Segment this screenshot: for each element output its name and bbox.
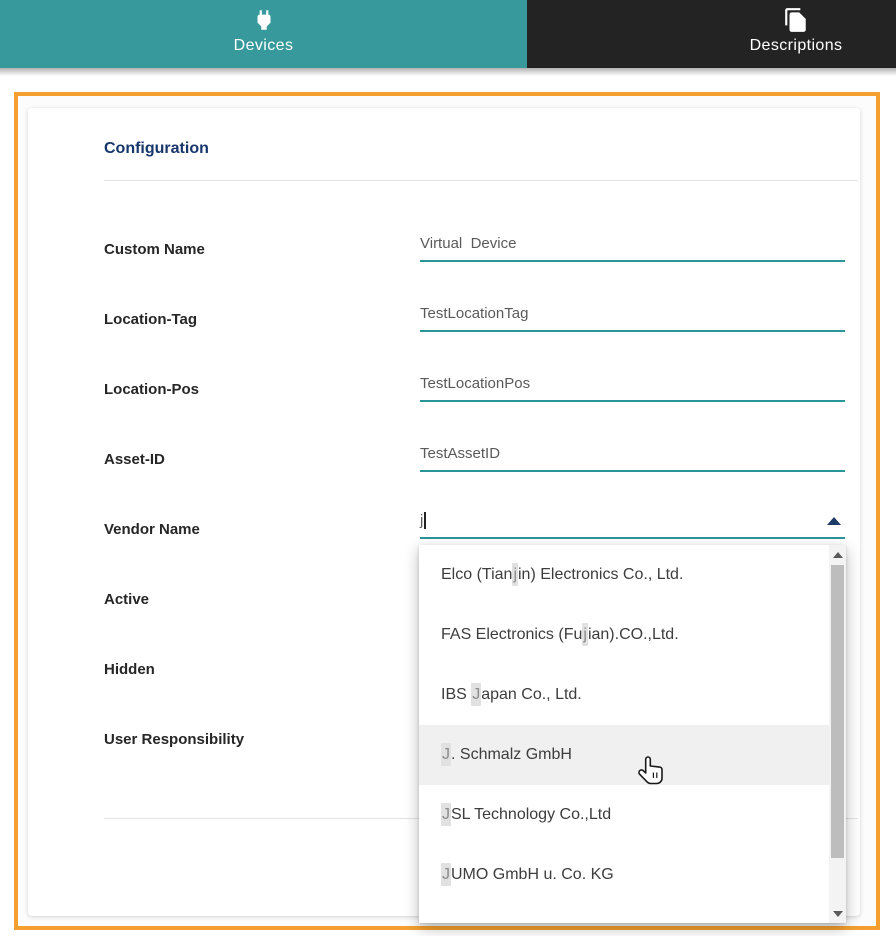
vendor-option[interactable]: Elco (Tianjin) Electronics Co., Ltd. — [419, 545, 846, 605]
vendor-option-hovered[interactable]: J. Schmalz GmbH — [419, 725, 846, 785]
location-tag-label: Location-Tag — [104, 311, 198, 328]
active-label: Active — [104, 591, 150, 608]
location-pos-value: TestLocationPos — [420, 375, 531, 392]
divider-top — [104, 180, 858, 181]
vendor-name-input[interactable]: j — [420, 499, 845, 539]
location-pos-label: Location-Pos — [104, 381, 200, 398]
dropdown-scrollbar[interactable] — [829, 545, 846, 923]
scrollbar-thumb[interactable] — [831, 565, 844, 858]
asset-id-input[interactable]: TestAssetID — [420, 432, 845, 472]
tabbar-shadow — [0, 68, 896, 76]
tab-devices[interactable]: Devices — [0, 0, 527, 68]
location-tag-input[interactable]: TestLocationTag — [420, 292, 845, 332]
match-highlight: J — [441, 803, 451, 826]
vendor-name-value: j — [420, 512, 427, 529]
location-pos-input[interactable]: TestLocationPos — [420, 362, 845, 402]
documents-icon — [783, 7, 809, 33]
scroll-up-icon[interactable] — [829, 546, 846, 563]
scroll-down-icon[interactable] — [829, 905, 846, 922]
page-title: Configuration — [104, 140, 209, 157]
custom-name-label: Custom Name — [104, 241, 205, 258]
hidden-label: Hidden — [104, 661, 155, 678]
tab-descriptions[interactable]: Descriptions — [527, 0, 896, 68]
vendor-option[interactable]: JSL Technology Co.,Ltd — [419, 785, 846, 845]
match-highlight: J — [441, 743, 451, 766]
tab-devices-label: Devices — [233, 37, 294, 54]
power-plug-icon — [251, 7, 277, 33]
custom-name-input[interactable]: Virtual Device — [420, 222, 845, 262]
tab-bar: Devices Descriptions — [0, 0, 896, 68]
dropdown-caret-icon[interactable] — [827, 517, 841, 525]
vendor-option[interactable]: JUMO GmbH u. Co. KG — [419, 845, 846, 905]
user-responsibility-label: User Responsibility — [104, 731, 245, 748]
location-tag-value: TestLocationTag — [420, 305, 529, 322]
vendor-option[interactable]: FAS Electronics (Fujian).CO.,Ltd. — [419, 605, 846, 665]
vendor-option[interactable]: IBS Japan Co., Ltd. — [419, 665, 846, 725]
vendor-name-label: Vendor Name — [104, 521, 200, 538]
custom-name-value: Virtual Device — [420, 235, 517, 252]
vendor-dropdown: Elco (Tianjin) Electronics Co., Ltd. FAS… — [419, 545, 846, 923]
match-highlight: J — [441, 863, 451, 886]
text-caret — [424, 512, 427, 529]
tab-descriptions-label: Descriptions — [749, 37, 843, 54]
asset-id-label: Asset-ID — [104, 451, 165, 468]
match-highlight: J — [471, 683, 482, 706]
asset-id-value: TestAssetID — [420, 445, 501, 462]
